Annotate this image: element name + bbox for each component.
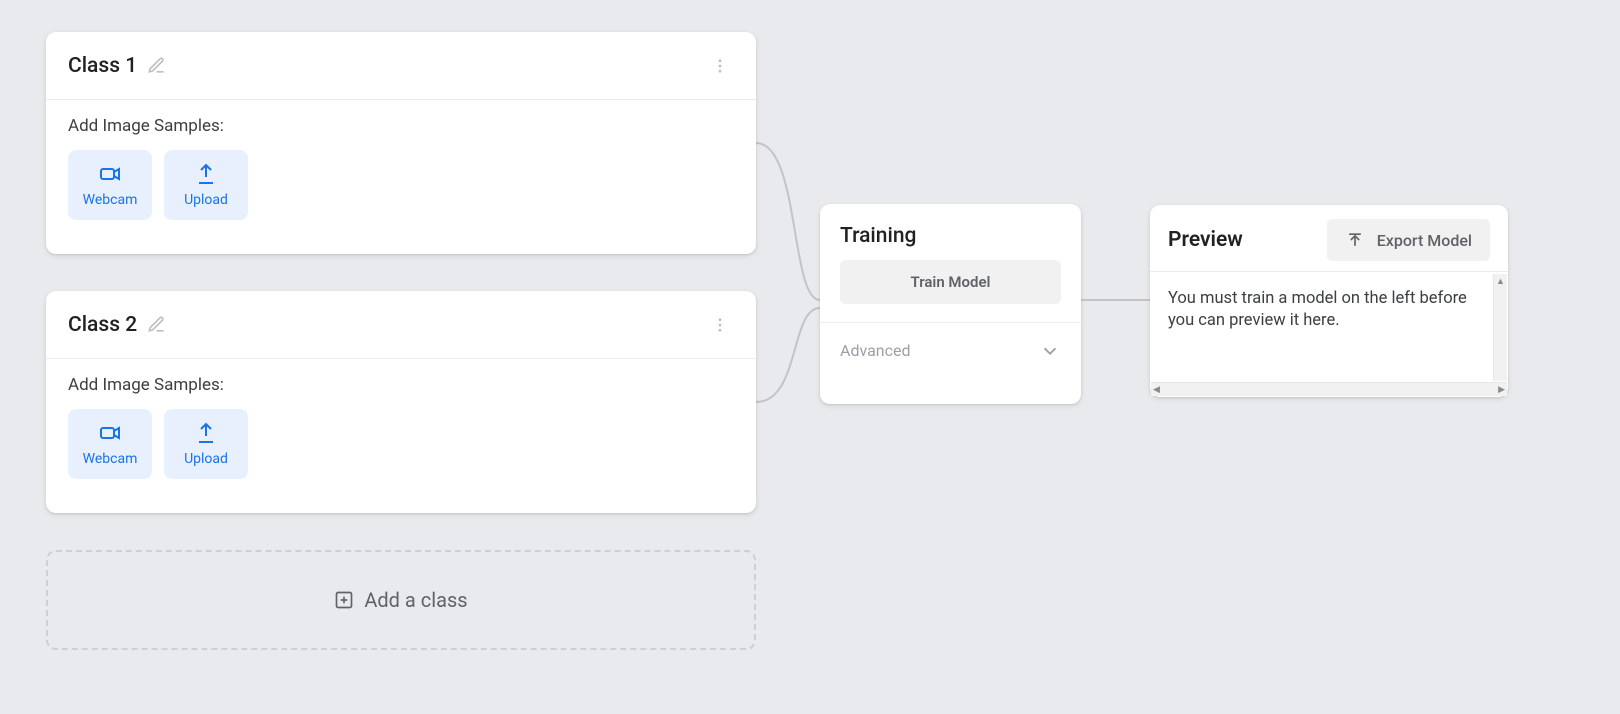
upload-icon (194, 162, 218, 186)
preview-header: Preview Export Model (1150, 205, 1508, 271)
plus-box-icon (334, 590, 354, 610)
webcam-icon (98, 162, 122, 186)
upload-button[interactable]: Upload (164, 409, 248, 479)
export-icon (1345, 230, 1365, 250)
advanced-label: Advanced (840, 341, 911, 360)
sample-buttons: Webcam Upload (68, 150, 734, 220)
upload-label: Upload (184, 192, 228, 208)
upload-button[interactable]: Upload (164, 150, 248, 220)
preview-title: Preview (1168, 228, 1243, 252)
webcam-label: Webcam (83, 192, 138, 208)
scrollbar-vertical[interactable]: ▲ (1493, 274, 1507, 381)
samples-label: Add Image Samples: (68, 116, 734, 136)
scroll-right-icon: ▶ (1498, 385, 1505, 395)
training-title: Training (840, 224, 1061, 248)
preview-message: You must train a model on the left befor… (1150, 272, 1508, 397)
kebab-icon[interactable] (706, 311, 734, 339)
preview-body: You must train a model on the left befor… (1150, 272, 1508, 397)
class-title[interactable]: Class 1 (68, 54, 137, 78)
add-class-button[interactable]: Add a class (46, 550, 756, 650)
train-model-button[interactable]: Train Model (840, 260, 1061, 304)
upload-label: Upload (184, 451, 228, 467)
preview-card: Preview Export Model You must train a mo… (1150, 205, 1508, 397)
class-card-1: Class 1 Add Image Samples: Webcam (46, 32, 756, 254)
webcam-icon (98, 421, 122, 445)
export-label: Export Model (1377, 231, 1472, 250)
chevron-down-icon (1039, 340, 1061, 362)
train-button-wrap: Train Model (820, 260, 1081, 322)
kebab-icon[interactable] (706, 52, 734, 80)
class-body: Add Image Samples: Webcam Upload (46, 359, 756, 495)
add-class-label: Add a class (364, 588, 467, 612)
export-model-button[interactable]: Export Model (1327, 219, 1490, 261)
advanced-toggle[interactable]: Advanced (820, 322, 1081, 378)
pencil-icon[interactable] (147, 56, 166, 75)
class-header: Class 1 (46, 32, 756, 100)
samples-label: Add Image Samples: (68, 375, 734, 395)
canvas: Class 1 Add Image Samples: Webcam (0, 0, 1620, 714)
class-card-2: Class 2 Add Image Samples: Webcam (46, 291, 756, 513)
scroll-up-icon: ▲ (1494, 274, 1507, 288)
webcam-button[interactable]: Webcam (68, 150, 152, 220)
webcam-label: Webcam (83, 451, 138, 467)
training-header: Training (820, 204, 1081, 260)
class-title[interactable]: Class 2 (68, 313, 137, 337)
class-body: Add Image Samples: Webcam Upload (46, 100, 756, 236)
scroll-left-icon: ◀ (1153, 385, 1160, 395)
upload-icon (194, 421, 218, 445)
webcam-button[interactable]: Webcam (68, 409, 152, 479)
class-header: Class 2 (46, 291, 756, 359)
training-card: Training Train Model Advanced (820, 204, 1081, 404)
sample-buttons: Webcam Upload (68, 409, 734, 479)
pencil-icon[interactable] (147, 315, 166, 334)
scrollbar-horizontal[interactable]: ◀ ▶ (1151, 382, 1507, 396)
